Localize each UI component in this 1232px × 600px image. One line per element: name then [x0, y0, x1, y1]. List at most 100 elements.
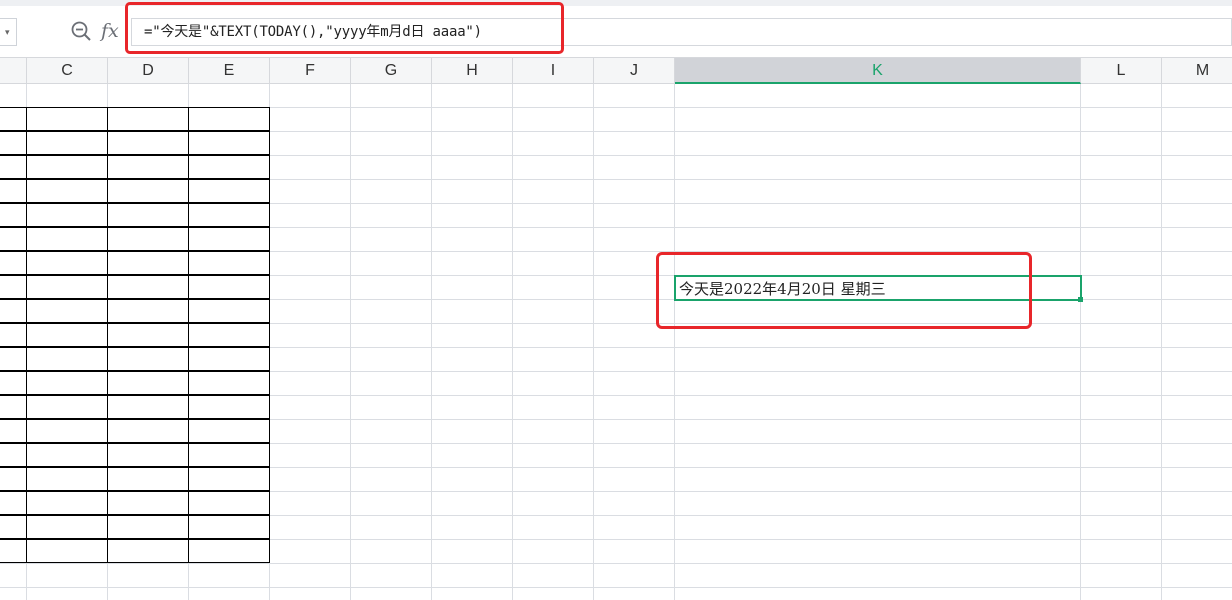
table-cell[interactable]: [107, 347, 189, 371]
table-cell[interactable]: [107, 203, 189, 227]
table-cell[interactable]: [107, 539, 189, 563]
table-cell[interactable]: [188, 227, 270, 251]
cell-highlight-box: [656, 252, 1032, 329]
gridline: [431, 84, 432, 600]
table-cell[interactable]: [26, 419, 108, 443]
table-cell[interactable]: [0, 467, 27, 491]
table-cell[interactable]: [107, 227, 189, 251]
table-cell[interactable]: [26, 323, 108, 347]
table-cell[interactable]: [188, 107, 270, 131]
table-cell[interactable]: [188, 275, 270, 299]
table-cell[interactable]: [107, 443, 189, 467]
formula-highlight-box: [125, 2, 564, 54]
column-header-f[interactable]: F: [270, 58, 351, 84]
table-cell[interactable]: [188, 443, 270, 467]
table-cell[interactable]: [188, 395, 270, 419]
table-cell[interactable]: [107, 251, 189, 275]
table-cell[interactable]: [26, 203, 108, 227]
table-cell[interactable]: [107, 419, 189, 443]
table-cell[interactable]: [26, 227, 108, 251]
table-cell[interactable]: [188, 323, 270, 347]
table-cell[interactable]: [0, 251, 27, 275]
gridline: [350, 84, 351, 600]
table-cell[interactable]: [107, 491, 189, 515]
table-cell[interactable]: [0, 347, 27, 371]
table-cell[interactable]: [0, 323, 27, 347]
column-header-j[interactable]: J: [594, 58, 675, 84]
table-cell[interactable]: [26, 131, 108, 155]
column-header-c[interactable]: C: [27, 58, 108, 84]
gridline: [0, 587, 1232, 588]
table-cell[interactable]: [188, 299, 270, 323]
table-cell[interactable]: [107, 179, 189, 203]
table-cell[interactable]: [26, 371, 108, 395]
table-cell[interactable]: [188, 539, 270, 563]
table-cell[interactable]: [0, 179, 27, 203]
fx-icon[interactable]: fx: [101, 19, 119, 43]
column-header-g[interactable]: G: [351, 58, 432, 84]
table-cell[interactable]: [107, 395, 189, 419]
table-cell[interactable]: [107, 515, 189, 539]
name-box-dropdown[interactable]: ▾: [0, 18, 17, 46]
fill-handle[interactable]: [1078, 297, 1083, 302]
table-cell[interactable]: [107, 371, 189, 395]
table-cell[interactable]: [107, 155, 189, 179]
table-cell[interactable]: [107, 323, 189, 347]
table-cell[interactable]: [0, 227, 27, 251]
table-cell[interactable]: [26, 299, 108, 323]
table-cell[interactable]: [26, 515, 108, 539]
table-cell[interactable]: [0, 155, 27, 179]
column-header-h[interactable]: H: [432, 58, 513, 84]
table-cell[interactable]: [107, 299, 189, 323]
table-cell[interactable]: [0, 131, 27, 155]
table-cell[interactable]: [26, 491, 108, 515]
table-cell[interactable]: [26, 155, 108, 179]
table-cell[interactable]: [26, 275, 108, 299]
table-cell[interactable]: [26, 395, 108, 419]
table-cell[interactable]: [26, 251, 108, 275]
table-cell[interactable]: [0, 419, 27, 443]
table-cell[interactable]: [188, 419, 270, 443]
gridline: [674, 84, 675, 600]
table-cell[interactable]: [26, 107, 108, 131]
table-cell[interactable]: [188, 347, 270, 371]
table-cell[interactable]: [26, 179, 108, 203]
table-cell[interactable]: [188, 371, 270, 395]
table-cell[interactable]: [0, 371, 27, 395]
table-cell[interactable]: [26, 539, 108, 563]
table-cell[interactable]: [188, 251, 270, 275]
table-cell[interactable]: [0, 107, 27, 131]
table-cell[interactable]: [26, 347, 108, 371]
table-cell[interactable]: [0, 275, 27, 299]
column-header-k[interactable]: K: [675, 58, 1081, 84]
column-header-i[interactable]: I: [513, 58, 594, 84]
table-cell[interactable]: [0, 515, 27, 539]
table-cell[interactable]: [0, 395, 27, 419]
table-cell[interactable]: [0, 299, 27, 323]
zoom-icon[interactable]: [70, 20, 92, 42]
table-cell[interactable]: [26, 443, 108, 467]
table-cell[interactable]: [107, 131, 189, 155]
column-header-m[interactable]: M: [1162, 58, 1232, 84]
table-cell[interactable]: [0, 539, 27, 563]
table-cell[interactable]: [188, 155, 270, 179]
column-header-e[interactable]: E: [189, 58, 270, 84]
table-cell[interactable]: [188, 131, 270, 155]
table-cell[interactable]: [188, 491, 270, 515]
column-header-l[interactable]: L: [1081, 58, 1162, 84]
table-cell[interactable]: [107, 467, 189, 491]
table-cell[interactable]: [0, 491, 27, 515]
table-cell[interactable]: [188, 515, 270, 539]
column-header-partial[interactable]: [0, 58, 27, 84]
table-cell[interactable]: [188, 179, 270, 203]
gridline: [0, 563, 1232, 564]
table-cell[interactable]: [0, 443, 27, 467]
table-cell[interactable]: [107, 107, 189, 131]
table-cell[interactable]: [0, 203, 27, 227]
chevron-down-icon: ▾: [5, 27, 10, 37]
table-cell[interactable]: [26, 467, 108, 491]
table-cell[interactable]: [188, 467, 270, 491]
table-cell[interactable]: [188, 203, 270, 227]
column-header-d[interactable]: D: [108, 58, 189, 84]
table-cell[interactable]: [107, 275, 189, 299]
